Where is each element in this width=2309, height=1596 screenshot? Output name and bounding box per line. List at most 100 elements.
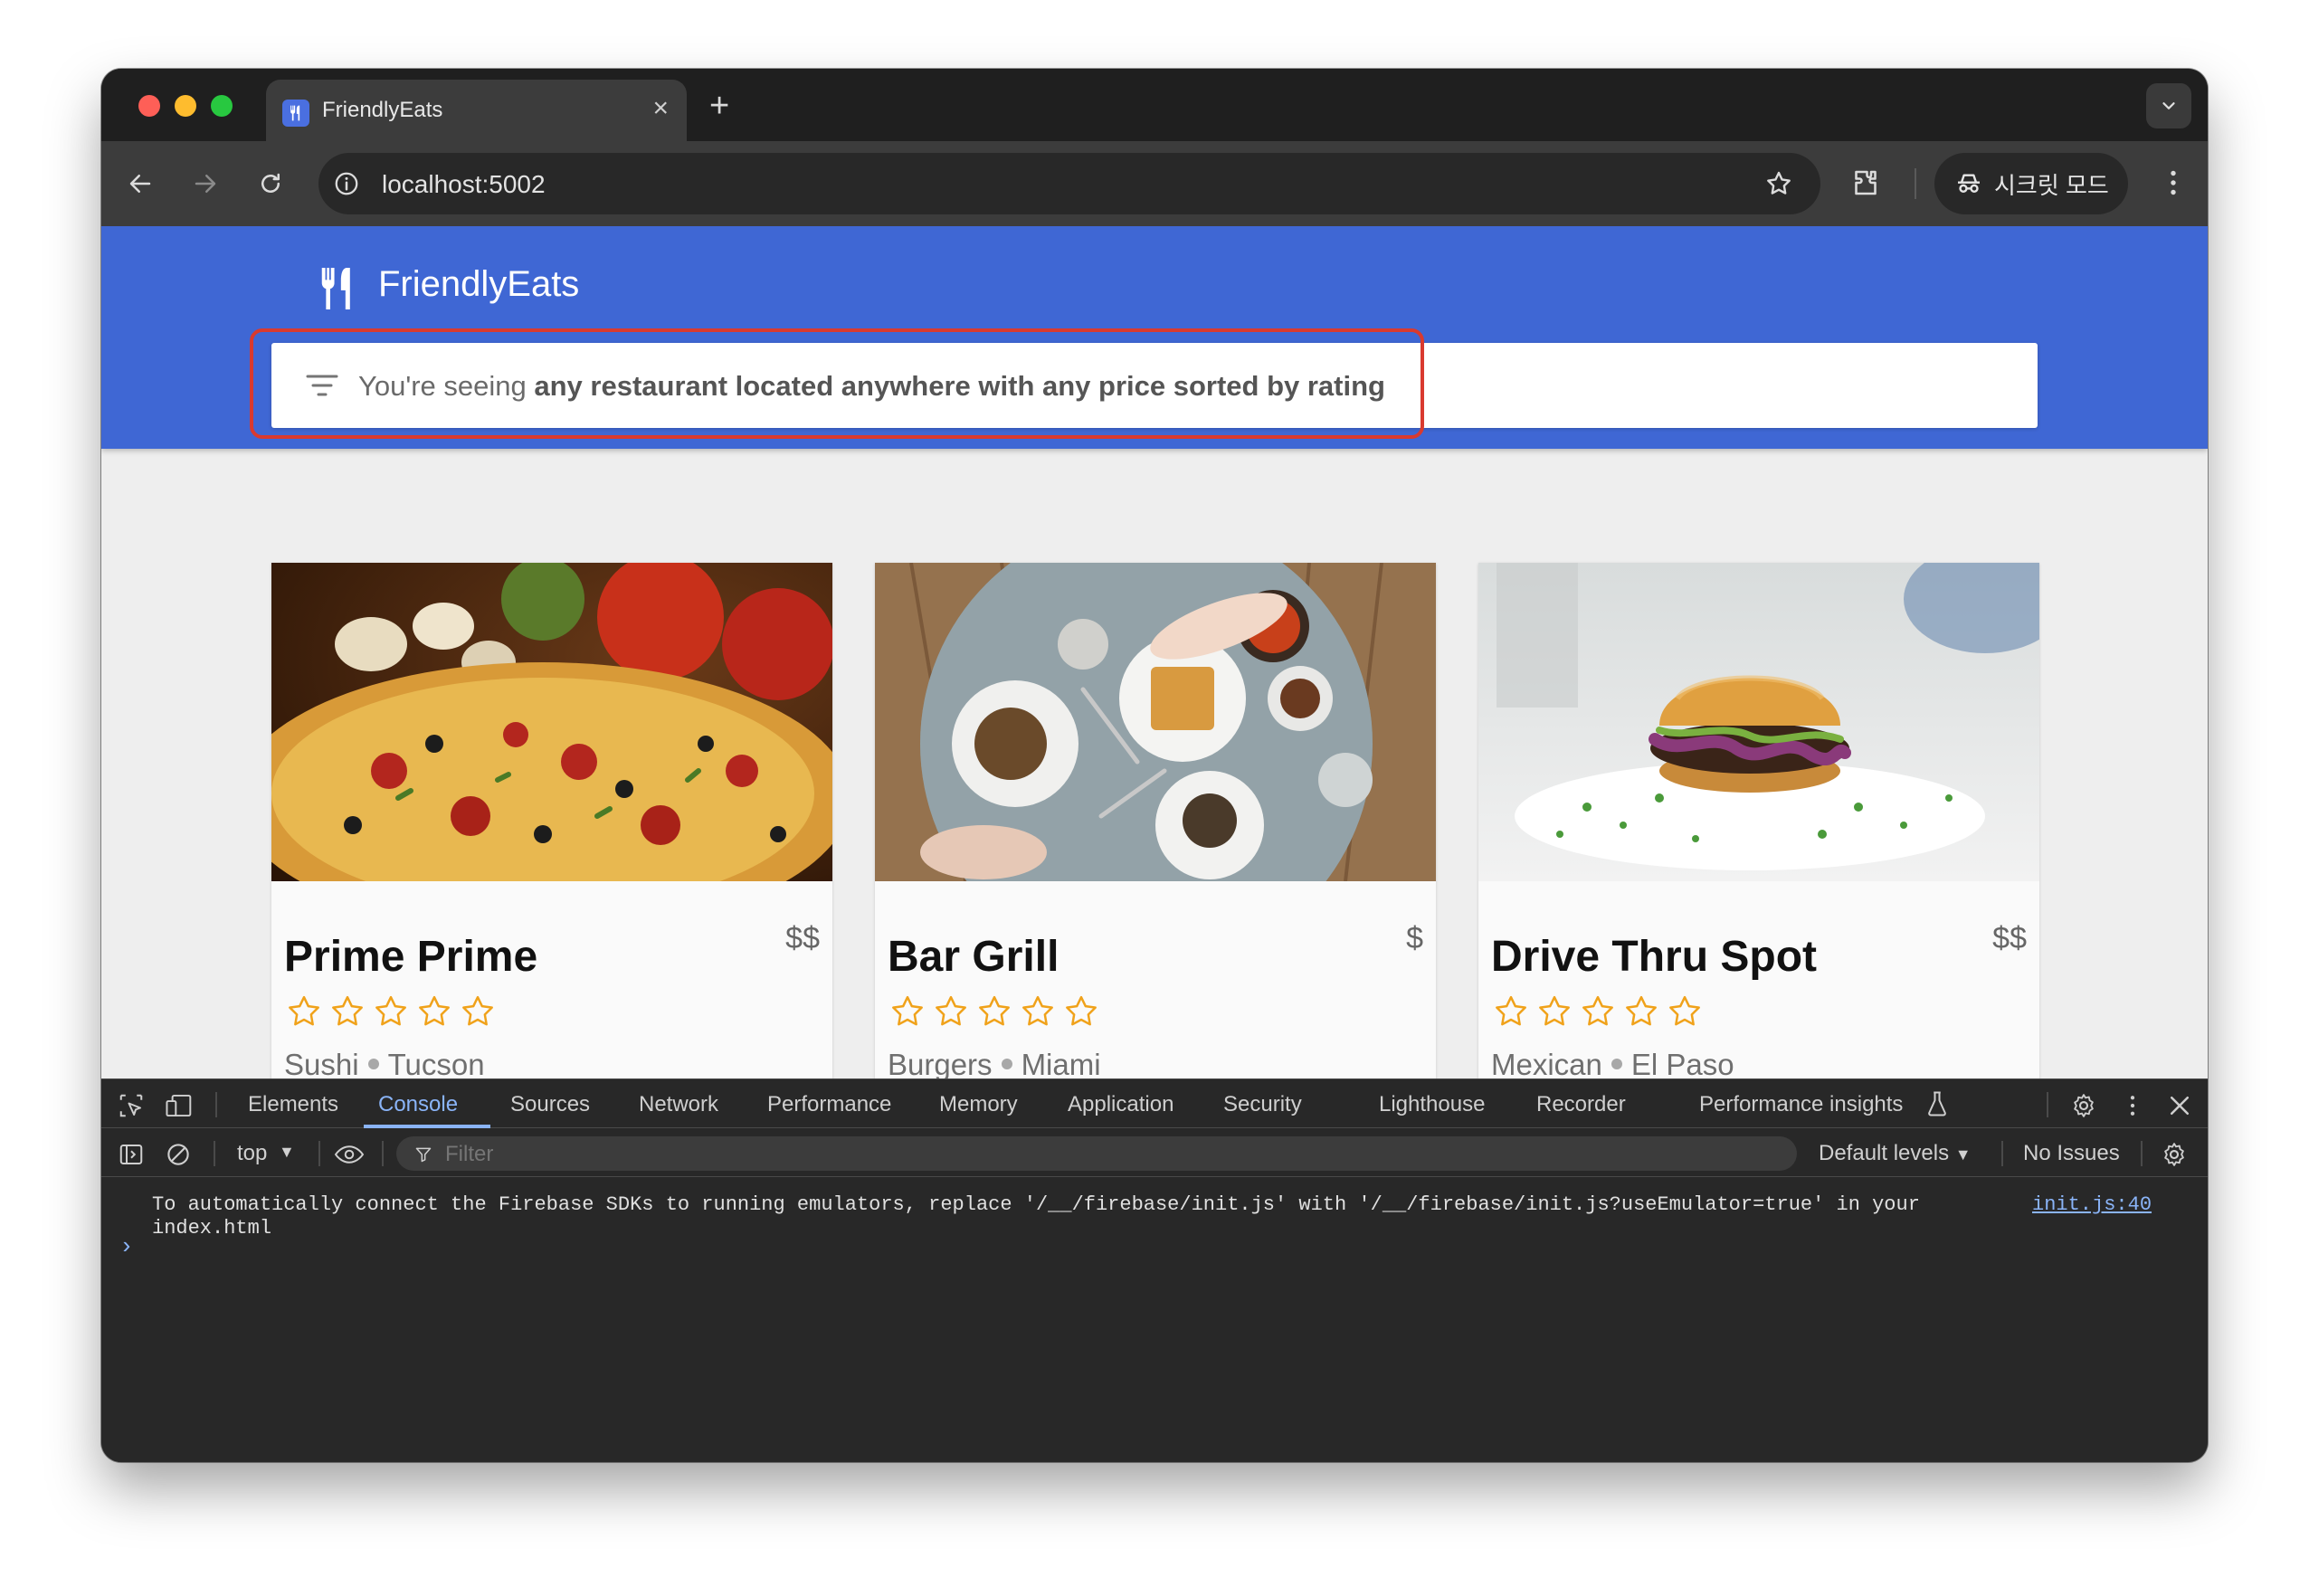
console-prompt[interactable]: › (119, 1233, 134, 1260)
restaurant-name: Prime Prime (284, 933, 538, 981)
tab-network[interactable]: Network (639, 1092, 718, 1117)
star-outline-icon (1669, 995, 1700, 1026)
settings-gear-icon[interactable] (2070, 1092, 2097, 1124)
tab-sources[interactable]: Sources (510, 1092, 590, 1117)
context-selector[interactable]: top (237, 1141, 267, 1166)
reload-icon (261, 173, 280, 193)
eye-icon[interactable] (333, 1141, 366, 1173)
rating-stars (889, 993, 1099, 1030)
console-filter-input[interactable] (396, 1136, 1797, 1171)
console-toolbar: top ▼ Default levels ▼ No Issues (101, 1128, 2208, 1177)
tab-lighthouse[interactable]: Lighthouse (1379, 1092, 1485, 1117)
star-outline-icon (1539, 995, 1570, 1026)
minimize-window-button[interactable] (175, 95, 196, 117)
devtools-panel: Elements Console Sources Network Perform… (101, 1078, 2208, 1462)
url-text[interactable]: localhost:5002 (382, 170, 546, 199)
restaurant-image (1478, 563, 2039, 881)
toolbar-divider (215, 1092, 217, 1117)
address-bar[interactable]: localhost:5002 (318, 153, 1820, 214)
restaurant-image (271, 563, 832, 881)
chevron-down-icon (2162, 102, 2175, 109)
clear-console-icon[interactable] (165, 1141, 192, 1173)
tab-search-button[interactable] (2146, 83, 2191, 128)
tab-console[interactable]: Console (378, 1092, 458, 1117)
separator-dot (367, 1059, 379, 1070)
restaurant-card[interactable]: Prime Prime $$ Sushi Tucson (271, 563, 832, 1078)
separator-dot (1611, 1059, 1622, 1070)
filter-text-field[interactable] (445, 1142, 726, 1167)
extensions-icon[interactable] (1849, 166, 1882, 204)
rating-stars (286, 993, 496, 1030)
tab-application[interactable]: Application (1068, 1092, 1174, 1117)
star-icon[interactable] (1764, 169, 1793, 203)
log-levels-dropdown[interactable]: Default levels ▼ (1819, 1141, 1972, 1166)
star-outline-icon (1496, 995, 1526, 1026)
restaurant-name: Bar Grill (888, 933, 1059, 981)
restaurant-meta: Mexican El Paso (1491, 1048, 1734, 1078)
browser-tab[interactable]: FriendlyEats × (266, 80, 687, 141)
forward-icon (195, 175, 216, 193)
tab-security[interactable]: Security (1223, 1092, 1302, 1117)
fork-knife-icon (282, 100, 309, 127)
console-message-source-link[interactable]: init.js:40 (2032, 1193, 2152, 1216)
restaurant-card[interactable]: Drive Thru Spot $$ Mexican El Paso (1478, 563, 2039, 1078)
rating-stars (1493, 993, 1703, 1030)
toolbar-divider (1915, 168, 1916, 199)
star-outline-icon (1582, 995, 1613, 1026)
log-levels-label: Default levels (1819, 1141, 1950, 1165)
kebab-icon[interactable] (2157, 166, 2190, 204)
incognito-label: 시크릿 모드 (1994, 171, 2109, 199)
tab-close-icon[interactable]: × (652, 95, 669, 122)
star-outline-icon (332, 995, 363, 1026)
tab-performance-insights[interactable]: Performance insights (1699, 1092, 1903, 1117)
toolbar-divider (318, 1141, 320, 1166)
restaurant-image (875, 563, 1436, 881)
flask-icon (1925, 1090, 1949, 1122)
tab-title: FriendlyEats (322, 98, 443, 122)
back-button[interactable] (123, 166, 157, 201)
restaurant-category: Sushi (284, 1048, 359, 1078)
console-settings-gear-icon[interactable] (2161, 1141, 2188, 1173)
browser-window: FriendlyEats × + localhost:5002 시크릿 모드 F… (101, 69, 2208, 1462)
fork-knife-icon (317, 266, 358, 316)
restaurant-category: Burgers (888, 1048, 993, 1078)
incognito-icon (1958, 174, 1980, 193)
issues-counter[interactable]: No Issues (2023, 1141, 2120, 1166)
devtools-menu-icon[interactable] (2119, 1092, 2146, 1124)
close-window-button[interactable] (138, 95, 160, 117)
info-icon[interactable] (333, 170, 360, 202)
star-outline-icon (1066, 995, 1097, 1026)
star-outline-icon (1626, 995, 1657, 1026)
annotation-highlight-box (250, 328, 1424, 439)
restaurant-meta: Burgers Miami (888, 1048, 1101, 1078)
back-icon (129, 175, 151, 193)
toolbar-divider (2047, 1092, 2048, 1117)
sidebar-toggle-icon[interactable] (118, 1141, 145, 1173)
separator-dot (1001, 1059, 1012, 1070)
app-title[interactable]: FriendlyEats (378, 264, 579, 305)
tab-performance[interactable]: Performance (767, 1092, 891, 1117)
restaurant-city: El Paso (1630, 1048, 1734, 1078)
caret-down-icon: ▼ (1954, 1145, 1972, 1164)
restaurant-city: Miami (1021, 1048, 1101, 1078)
device-toolbar-icon[interactable] (165, 1092, 194, 1124)
restaurant-name: Drive Thru Spot (1491, 933, 1818, 981)
tab-elements[interactable]: Elements (248, 1092, 338, 1117)
restaurant-card[interactable]: Bar Grill $ Burgers Miami (875, 563, 1436, 1078)
forward-button[interactable] (188, 166, 223, 201)
tab-recorder[interactable]: Recorder (1536, 1092, 1626, 1117)
reload-button[interactable] (253, 166, 288, 201)
restaurant-meta: Sushi Tucson (284, 1048, 485, 1078)
maximize-window-button[interactable] (211, 95, 233, 117)
incognito-button[interactable]: 시크릿 모드 (1934, 153, 2128, 214)
toolbar-divider (382, 1141, 384, 1166)
toolbar-divider (2001, 1141, 2003, 1166)
inspect-element-icon[interactable] (118, 1092, 145, 1124)
close-icon[interactable] (2166, 1092, 2193, 1124)
star-outline-icon (375, 995, 406, 1026)
new-tab-button[interactable]: + (709, 89, 729, 123)
caret-down-icon[interactable]: ▼ (279, 1143, 295, 1162)
restaurant-price: $$ (1992, 921, 2027, 955)
tab-memory[interactable]: Memory (939, 1092, 1018, 1117)
funnel-icon (414, 1145, 432, 1168)
